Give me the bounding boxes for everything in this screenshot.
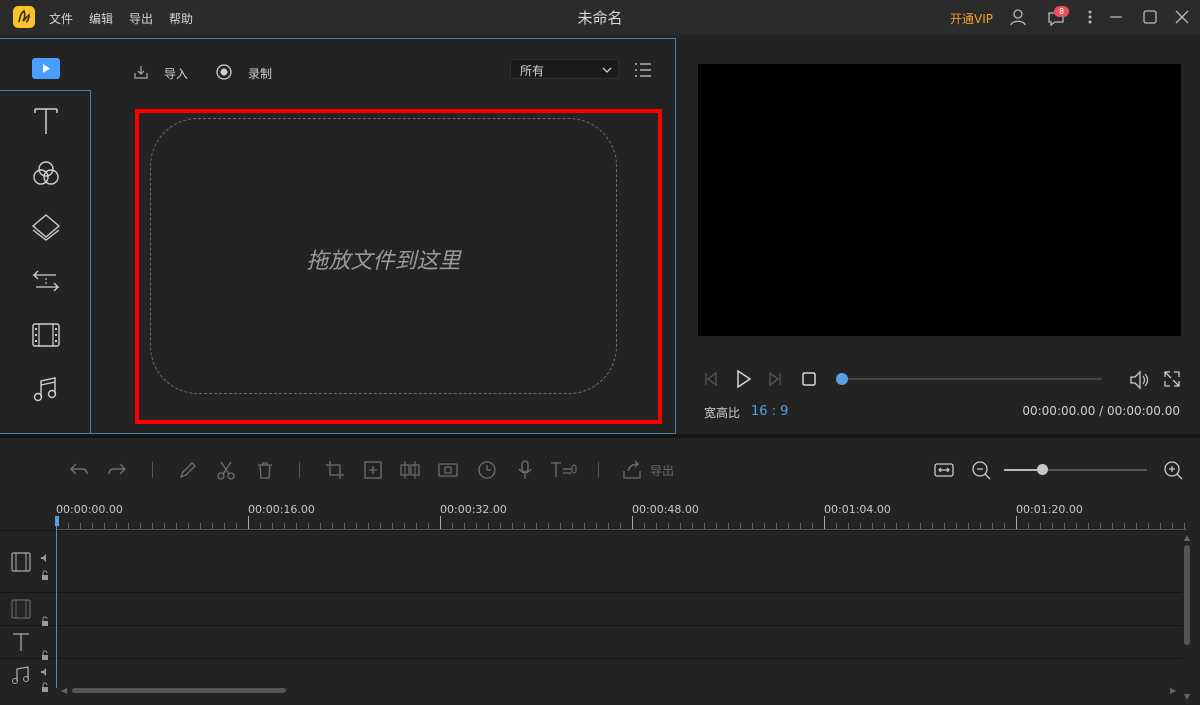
list-view-icon[interactable] — [633, 61, 653, 79]
drop-zone-text: 拖放文件到这里 — [306, 249, 461, 274]
voiceover-icon[interactable] — [514, 459, 536, 481]
mosaic-icon[interactable] — [399, 459, 421, 481]
track-mute-icon[interactable] — [40, 548, 50, 562]
aspect-ratio-value[interactable]: 16 : 9 — [751, 404, 788, 419]
import-icon[interactable] — [132, 63, 150, 81]
video-track-icon — [10, 551, 32, 573]
next-frame-icon[interactable] — [766, 370, 784, 388]
fit-timeline-icon[interactable] — [933, 460, 955, 480]
zoom-out-icon[interactable] — [970, 459, 992, 481]
sidebar-item-transition[interactable] — [30, 265, 62, 297]
app-window: 文件 编辑 导出 帮助 未命名 开通VIP 8 导入 录制 所有 拖放文件到这里… — [0, 0, 1200, 705]
panel-divider[interactable] — [0, 434, 1200, 438]
timeline-export-button[interactable]: 导出 — [650, 462, 674, 479]
close-icon[interactable] — [1172, 7, 1192, 27]
text-to-speech-icon[interactable] — [549, 459, 579, 481]
sidebar-item-overlay[interactable] — [30, 211, 62, 243]
time-readout: 00:00:00.00 / 00:00:00.00 — [1022, 404, 1180, 418]
overlay-track-icon — [10, 598, 32, 620]
media-filter-select[interactable]: 所有 — [510, 59, 619, 79]
sidebar-item-text[interactable] — [30, 105, 62, 137]
playhead-line[interactable] — [56, 516, 57, 688]
track-divider — [0, 625, 1182, 626]
track-lock-icon[interactable] — [40, 677, 50, 692]
playhead-handle[interactable] — [55, 516, 59, 526]
video-preview — [698, 64, 1181, 336]
scroll-down-icon[interactable]: ▼ — [1184, 692, 1190, 701]
minimize-icon[interactable] — [1106, 7, 1126, 27]
zoom-frame-icon[interactable] — [362, 459, 384, 481]
scroll-right-icon[interactable]: ▶ — [1170, 686, 1176, 695]
zoom-slider-knob[interactable] — [1037, 464, 1048, 475]
track-mute-icon[interactable] — [40, 662, 50, 676]
maximize-icon[interactable] — [1140, 7, 1160, 27]
undo-icon[interactable] — [68, 459, 90, 481]
duration-icon[interactable] — [476, 459, 498, 481]
freeze-frame-icon[interactable] — [437, 459, 459, 481]
previous-frame-icon[interactable] — [702, 370, 720, 388]
track-divider — [0, 592, 1182, 593]
stop-icon[interactable] — [800, 370, 818, 388]
import-button[interactable]: 导入 — [164, 65, 188, 82]
playback-progress-knob[interactable] — [836, 373, 848, 385]
sidebar-item-music[interactable] — [30, 373, 62, 405]
track-divider — [0, 658, 1182, 659]
toolbar-separator — [299, 462, 300, 478]
text-track-icon — [10, 631, 32, 653]
music-track-icon — [10, 664, 32, 686]
sidebar-item-media[interactable] — [30, 53, 62, 85]
play-icon[interactable] — [733, 369, 753, 389]
edit-icon[interactable] — [177, 459, 199, 481]
scroll-up-icon[interactable]: ▲ — [1184, 533, 1190, 542]
vip-button[interactable]: 开通VIP — [950, 10, 993, 27]
track-lock-icon[interactable] — [40, 565, 50, 580]
timeline-ruler[interactable] — [56, 515, 1186, 531]
scroll-left-icon[interactable]: ◀ — [61, 686, 67, 695]
aspect-ratio-label: 宽高比 — [704, 406, 741, 420]
playback-progress-track[interactable] — [842, 378, 1102, 380]
redo-icon[interactable] — [106, 459, 128, 481]
vertical-scrollbar[interactable] — [1184, 545, 1190, 645]
record-button[interactable]: 录制 — [248, 65, 272, 82]
volume-icon[interactable] — [1128, 369, 1150, 391]
notification-badge: 8 — [1054, 6, 1069, 17]
title-bar: 文件 编辑 导出 帮助 未命名 开通VIP 8 — [0, 0, 1200, 35]
toolbar-separator — [598, 462, 599, 478]
zoom-in-icon[interactable] — [1162, 459, 1184, 481]
record-icon[interactable] — [215, 63, 233, 81]
toolbar-separator — [152, 462, 153, 478]
sidebar — [0, 38, 91, 434]
track-lock-icon[interactable] — [40, 611, 50, 626]
chevron-down-icon — [602, 67, 612, 73]
more-menu-icon[interactable] — [1080, 7, 1100, 27]
delete-icon[interactable] — [254, 459, 276, 481]
sidebar-item-filters[interactable] — [30, 158, 62, 190]
export-icon[interactable] — [621, 459, 643, 481]
cut-icon[interactable] — [215, 459, 237, 481]
track-divider — [0, 530, 1182, 531]
crop-icon[interactable] — [324, 459, 346, 481]
media-filter-value: 所有 — [520, 64, 545, 78]
track-lock-icon[interactable] — [40, 645, 50, 660]
sidebar-item-element[interactable] — [30, 319, 62, 351]
user-icon[interactable] — [1008, 7, 1028, 27]
fullscreen-icon[interactable] — [1162, 369, 1182, 389]
horizontal-scrollbar[interactable] — [72, 688, 286, 693]
